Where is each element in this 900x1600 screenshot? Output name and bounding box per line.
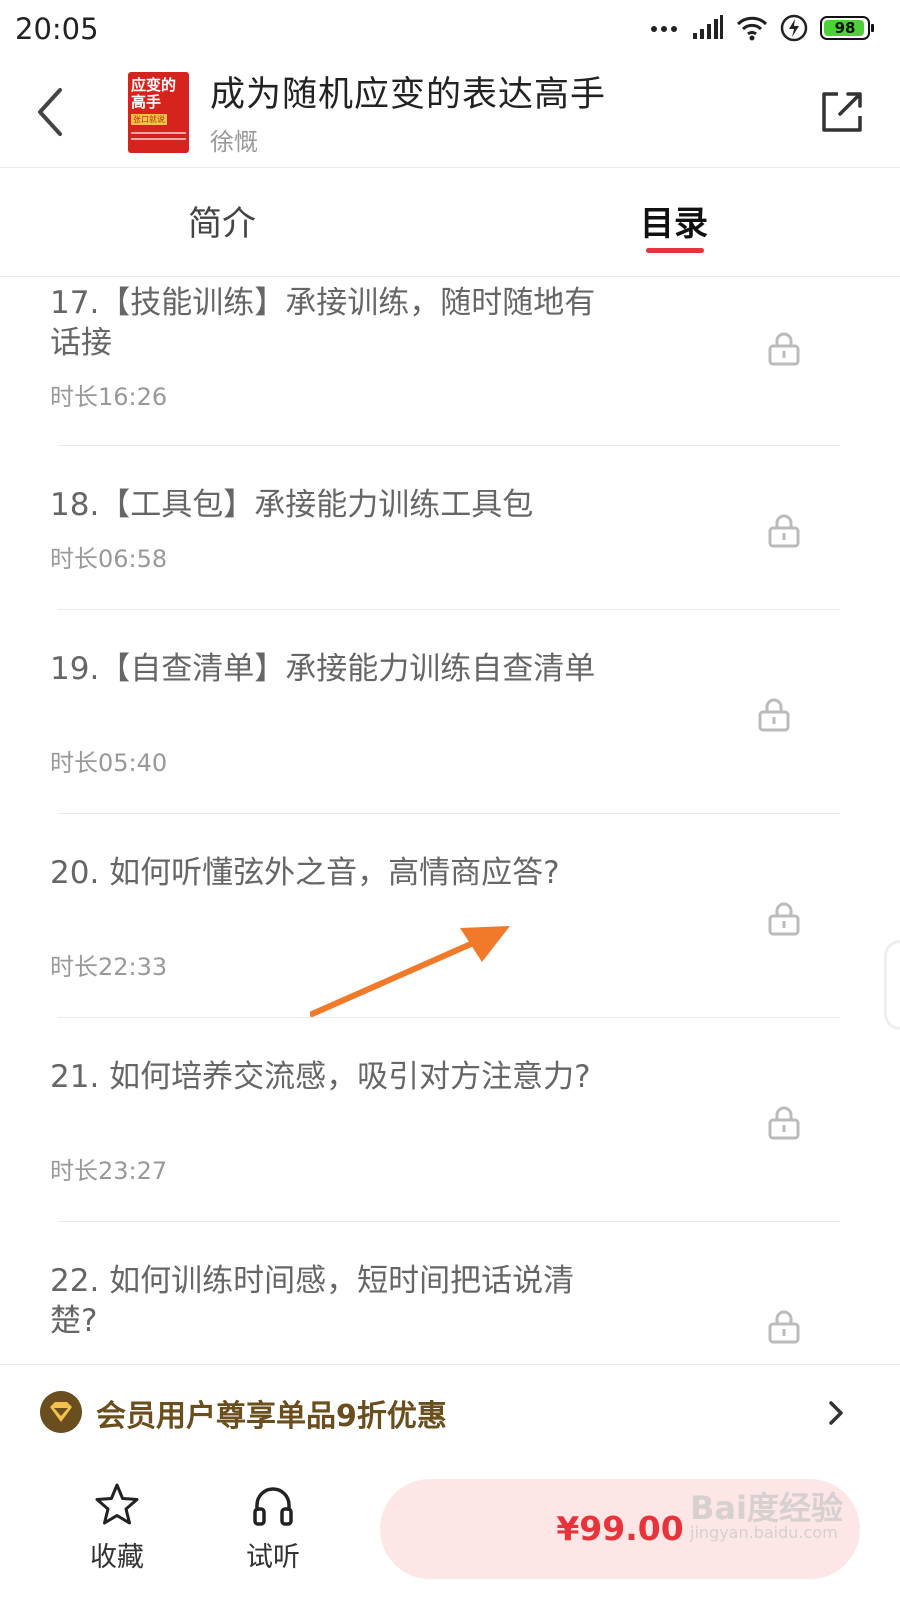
list-item[interactable]: 20. 如何听懂弦外之音，高情商应答? 时长22:33 (0, 853, 900, 1013)
book-author: 徐慨 (210, 128, 258, 156)
favorite-button[interactable]: 收藏 (72, 1481, 162, 1574)
status-bar: 20:05 98 (0, 0, 900, 62)
listen-button[interactable]: 试听 (228, 1481, 318, 1574)
divider (58, 445, 840, 446)
cover-tag: 张口就说 (131, 114, 167, 125)
book-cover: 应变的 高手 张口就说 (128, 72, 189, 153)
episode-duration: 时长16:26 (50, 383, 168, 411)
chevron-right-icon (829, 1401, 843, 1425)
divider (58, 1221, 840, 1222)
lock-icon (768, 1106, 800, 1140)
divider (58, 1017, 840, 1018)
scroll-handle[interactable] (884, 940, 900, 1030)
list-item[interactable]: 18.【工具包】承接能力训练工具包 时长06:58 (0, 485, 900, 605)
list-item[interactable]: 19.【自查清单】承接能力训练自查清单 时长05:40 (0, 649, 900, 809)
lock-icon (768, 902, 800, 936)
header: 应变的 高手 张口就说 成为随机应变的表达高手 徐慨 (0, 62, 900, 168)
tab-active-indicator (646, 248, 704, 253)
listen-label: 试听 (246, 1542, 300, 1573)
episode-title: 22. 如何训练时间感，短时间把话说清楚? (50, 1263, 575, 1339)
tab-catalog[interactable]: 目录 (640, 196, 708, 245)
battery-indicator: 98 (820, 16, 874, 40)
cover-title-line1: 应变的 (131, 76, 177, 94)
watermark-url: jingyan.baidu.com (690, 1523, 838, 1542)
tab-intro[interactable]: 简介 (188, 196, 256, 245)
divider (58, 609, 840, 610)
cover-decoration (131, 138, 186, 140)
status-icons: 98 (650, 14, 874, 42)
lock-icon (768, 514, 800, 548)
share-icon[interactable] (818, 88, 866, 136)
list-item[interactable]: 22. 如何训练时间感，短时间把话说清楚? (0, 1261, 900, 1363)
vip-icon (40, 1391, 82, 1433)
lock-icon (768, 1310, 800, 1344)
battery-level: 98 (834, 19, 856, 37)
cover-decoration (131, 132, 186, 134)
episode-duration: 时长22:33 (50, 953, 168, 981)
episode-title: 19.【自查清单】承接能力训练自查清单 (50, 651, 596, 687)
divider (58, 813, 840, 814)
list-item[interactable]: 17.【技能训练】承接训练，随时随地有话接 时长16:26 (0, 283, 900, 443)
episode-title: 21. 如何培养交流感，吸引对方注意力? (50, 1059, 591, 1095)
status-time: 20:05 (15, 12, 99, 46)
headphones-icon (253, 1487, 293, 1526)
battery-tip (871, 24, 874, 32)
episode-duration: 时长05:40 (50, 749, 168, 777)
star-icon (95, 1483, 139, 1525)
bottom-action-bar: 收藏 试听 ¥99.00 Bai度经验 jingyan.baidu.com (0, 1459, 900, 1600)
episode-title: 18.【工具包】承接能力训练工具包 (50, 487, 534, 523)
book-title: 成为随机应变的表达高手 (210, 75, 607, 115)
back-icon[interactable] (30, 84, 76, 140)
cover-title-line2: 高手 (131, 93, 162, 111)
member-banner[interactable]: 会员用户尊享单品9折优惠 (0, 1364, 900, 1460)
wifi-icon (736, 16, 768, 41)
signal-icon (693, 15, 723, 39)
lock-icon (758, 698, 790, 732)
episode-list[interactable]: 17.【技能训练】承接训练，随时随地有话接 时长16:26 18.【工具包】承接… (0, 277, 900, 1363)
episode-duration: 时长06:58 (50, 545, 168, 573)
favorite-label: 收藏 (90, 1542, 144, 1573)
episode-duration: 时长23:27 (50, 1157, 168, 1185)
tab-bar: 简介 目录 (0, 168, 900, 277)
list-item[interactable]: 21. 如何培养交流感，吸引对方注意力? 时长23:27 (0, 1057, 900, 1217)
episode-title: 17.【技能训练】承接训练，随时随地有话接 (50, 285, 596, 361)
lock-icon (768, 332, 800, 366)
episode-title: 20. 如何听懂弦外之音，高情商应答? (50, 855, 560, 891)
member-offer-text: 会员用户尊享单品9折优惠 (96, 1399, 447, 1434)
more-dots-icon (651, 26, 677, 32)
charging-icon (780, 14, 808, 42)
